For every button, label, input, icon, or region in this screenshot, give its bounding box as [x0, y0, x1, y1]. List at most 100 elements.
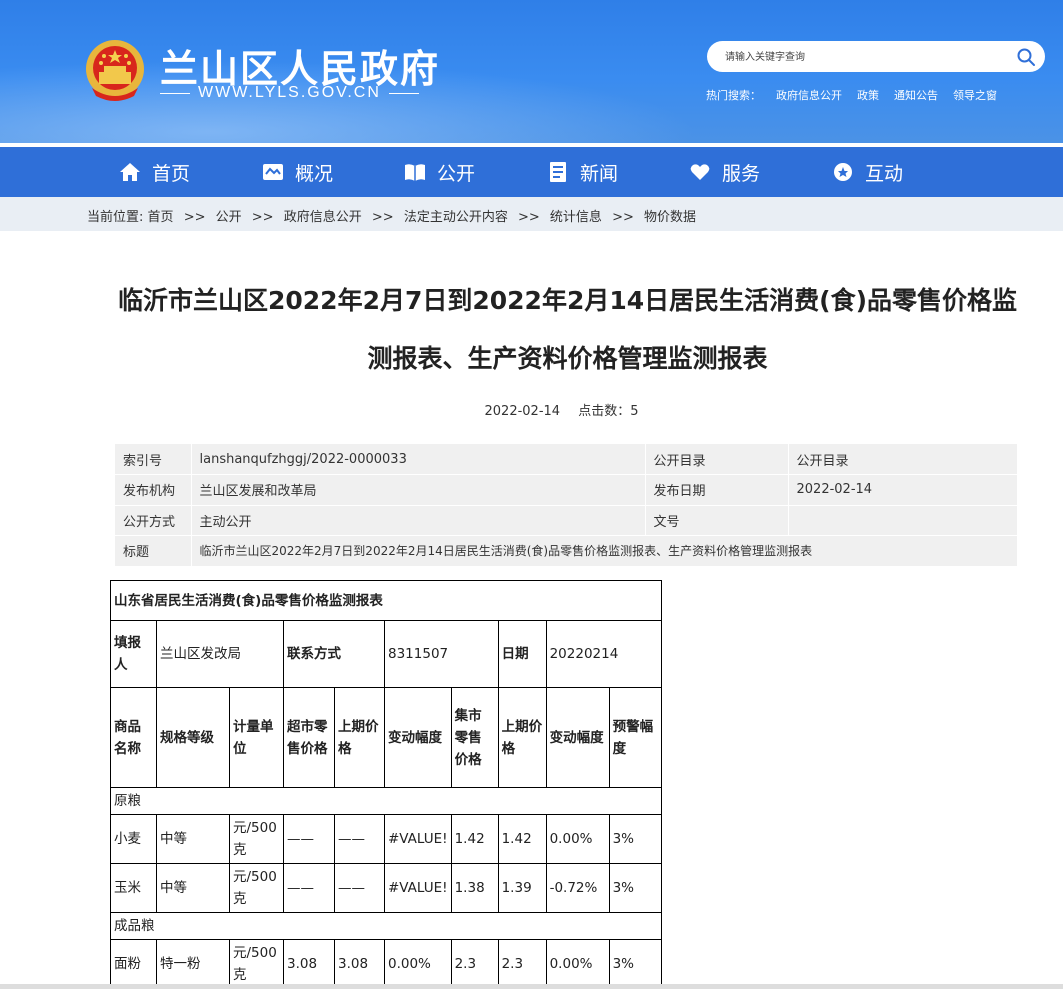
breadcrumb-stats[interactable]: 统计信息 — [550, 210, 602, 225]
overview-icon — [263, 164, 283, 180]
national-emblem-icon — [86, 40, 144, 101]
column-header: 上期价格 — [497, 687, 547, 788]
column-header: 变动幅度 — [545, 687, 610, 788]
group-row: 成品粮 — [110, 912, 662, 940]
chat-icon — [834, 163, 852, 181]
table-header-row: 商品名称 规格等级 计量单位 超市零售价格 上期价格 变动幅度 集市零售价格 上… — [110, 687, 662, 788]
cell: 元/500克 — [229, 814, 284, 864]
site-header: 兰山区人民政府 WWW.LYLS.GOV.CN 热门搜索： 政府信息公开 政策 … — [0, 0, 1063, 143]
breadcrumb-sep: >> — [251, 210, 274, 225]
column-header: 集市零售价格 — [450, 687, 499, 788]
cell: —— — [334, 814, 385, 864]
breadcrumb-gov-info[interactable]: 政府信息公开 — [284, 210, 362, 225]
home-icon — [120, 163, 140, 181]
cell: 元/500克 — [229, 863, 284, 913]
hot-search: 热门搜索： 政府信息公开 政策 通知公告 领导之窗 — [706, 87, 997, 103]
cell: 小麦 — [110, 814, 157, 864]
info-value: 临沂市兰山区2022年2月7日到2022年2月14日居民生活消费(食)品零售价格… — [191, 535, 1018, 567]
breadcrumb-sep: >> — [183, 210, 206, 225]
nav-label: 首页 — [152, 162, 191, 185]
search-input[interactable] — [725, 47, 1005, 67]
cell-header: 日期 — [497, 620, 547, 688]
info-value: 兰山区发展和改革局 — [191, 474, 646, 506]
group-row: 原粮 — [110, 787, 662, 815]
hot-link-policy[interactable]: 政策 — [857, 87, 879, 103]
column-header: 规格等级 — [156, 687, 230, 788]
breadcrumb-prices[interactable]: 物价数据 — [644, 210, 696, 225]
cell: 3% — [608, 939, 662, 989]
nav-item-open[interactable]: 公开 — [403, 147, 475, 197]
hot-link-gov-info[interactable]: 政府信息公开 — [776, 87, 842, 103]
table-row: 小麦 中等 元/500克 —— —— #VALUE! 1.42 1.42 0.0… — [110, 814, 662, 864]
column-header: 超市零售价格 — [283, 687, 335, 788]
nav-item-news[interactable]: 新闻 — [546, 147, 618, 197]
cell: 中等 — [156, 863, 230, 913]
breadcrumb-home[interactable]: 首页 — [148, 210, 174, 225]
info-label: 文号 — [645, 505, 789, 536]
cell: 1.42 — [497, 814, 547, 864]
cell: -0.72% — [545, 863, 610, 913]
cell-header: 填报人 — [110, 620, 157, 688]
cell: 1.38 — [450, 863, 499, 913]
page-title-line2: 测报表、生产资料价格管理监测报表 — [367, 344, 768, 373]
price-table: 山东省居民生活消费(食)品零售价格监测报表 填报人 兰山区发改局 联系方式 83… — [110, 580, 662, 989]
heart-hand-icon — [690, 164, 710, 180]
nav-label: 新闻 — [580, 162, 619, 185]
cell: 1.39 — [497, 863, 547, 913]
info-label: 公开方式 — [115, 505, 192, 536]
article-clicks: 点击数：5 — [578, 404, 639, 419]
nav-item-home[interactable]: 首页 — [118, 147, 190, 197]
column-header: 变动幅度 — [384, 687, 452, 788]
cell: 3.08 — [334, 939, 385, 989]
cell: 特一粉 — [156, 939, 230, 989]
cell: 面粉 — [110, 939, 157, 989]
cell: 2.3 — [450, 939, 499, 989]
cell-header: 联系方式 — [283, 620, 385, 688]
table-row: 面粉 特一粉 元/500克 3.08 3.08 0.00% 2.3 2.3 0.… — [110, 939, 662, 989]
cell: 2.3 — [497, 939, 547, 989]
news-icon — [550, 162, 566, 182]
site-url-text: WWW.LYLS.GOV.CN — [198, 84, 381, 101]
article-meta: 2022-02-14 点击数：5 — [0, 400, 1063, 419]
cell: #VALUE! — [384, 814, 452, 864]
cell: —— — [283, 863, 335, 913]
cell: 0.00% — [545, 814, 610, 864]
column-header: 预警幅度 — [608, 687, 662, 788]
column-header: 上期价格 — [334, 687, 385, 788]
info-label: 公开目录 — [645, 444, 789, 475]
nav-label: 互动 — [865, 162, 904, 185]
search-box — [707, 41, 1045, 72]
info-table: 索引号 lanshanqufzhggj/2022-0000033 公开目录 公开… — [115, 444, 1018, 567]
cell-value: 20220214 — [545, 620, 662, 688]
cell: —— — [283, 814, 335, 864]
info-value: 公开目录 — [788, 444, 1018, 475]
cell: 中等 — [156, 814, 230, 864]
info-value: 主动公开 — [191, 505, 646, 536]
cell-value: 兰山区发改局 — [156, 620, 284, 688]
nav-item-service[interactable]: 服务 — [688, 147, 760, 197]
cell: —— — [334, 863, 385, 913]
nav-item-interact[interactable]: 互动 — [831, 147, 903, 197]
nav-item-overview[interactable]: 概况 — [261, 147, 333, 197]
breadcrumb-sep: >> — [371, 210, 394, 225]
book-icon — [405, 164, 425, 181]
nav-label: 服务 — [722, 162, 761, 185]
breadcrumb-open[interactable]: 公开 — [216, 210, 242, 225]
cell: 0.00% — [384, 939, 452, 989]
nav-label: 公开 — [437, 162, 476, 185]
article-date: 2022-02-14 — [484, 404, 561, 419]
cell-value: 8311507 — [384, 620, 499, 688]
info-value: lanshanqufzhggj/2022-0000033 — [191, 444, 646, 475]
hot-link-leaders[interactable]: 领导之窗 — [953, 87, 997, 103]
search-icon[interactable] — [1015, 46, 1037, 68]
page-title: 临沂市兰山区2022年2月7日到2022年2月14日居民生活消费(食)品零售价格… — [100, 272, 1035, 388]
info-label: 发布日期 — [645, 474, 789, 506]
breadcrumb-legal[interactable]: 法定主动公开内容 — [404, 210, 508, 225]
info-label: 发布机构 — [115, 474, 192, 506]
site-url: WWW.LYLS.GOV.CN — [160, 84, 419, 102]
hot-search-label: 热门搜索： — [706, 89, 761, 102]
hot-link-notice[interactable]: 通知公告 — [894, 87, 938, 103]
horizontal-scrollbar[interactable] — [0, 984, 1063, 989]
cell: 1.42 — [450, 814, 499, 864]
breadcrumb-prefix: 当前位置: — [87, 210, 144, 225]
